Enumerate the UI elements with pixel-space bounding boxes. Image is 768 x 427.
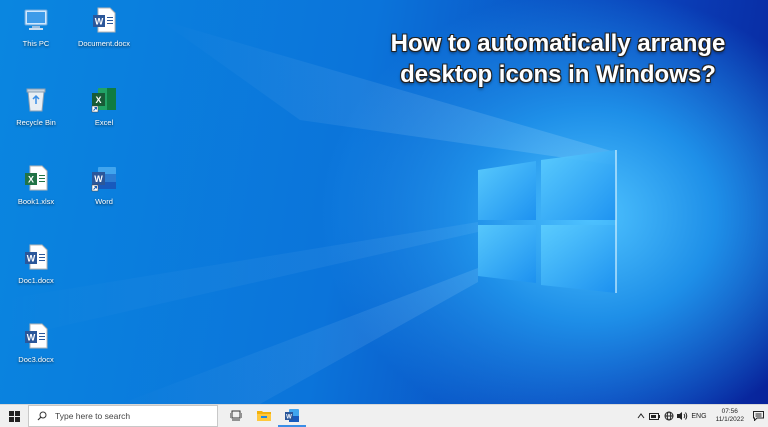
show-hidden-icons-chevron-up-icon[interactable]: [635, 411, 646, 422]
system-tray: ENG 07:56 11/1/2022: [635, 405, 768, 427]
desktop-icon-word[interactable]: W Word: [72, 160, 136, 224]
taskbar: W ENG 07:56 11/1/2022: [0, 404, 768, 427]
desktop-icon-label: Document.docx: [78, 39, 130, 48]
volume-icon[interactable]: [677, 411, 688, 422]
headline: How to automatically arrange desktop ico…: [368, 28, 748, 90]
taskbar-search-box[interactable]: [28, 405, 218, 427]
desktop-icon-excel[interactable]: X Excel: [72, 81, 136, 145]
svg-text:X: X: [28, 175, 34, 185]
recycle-bin-icon: [22, 85, 50, 113]
desktop-icon-label: Doc3.docx: [18, 355, 53, 364]
desktop-icon-document-docx[interactable]: W Document.docx: [72, 2, 136, 66]
svg-text:W: W: [95, 17, 104, 27]
word-app-icon: W: [285, 409, 299, 422]
desktop-icon-label: Book1.xlsx: [18, 197, 54, 206]
desktop-icon-doc3-docx[interactable]: W Doc3.docx: [4, 318, 68, 382]
desktop[interactable]: How to automatically arrange desktop ico…: [0, 0, 768, 404]
search-icon: [37, 411, 47, 421]
desktop-icon-label: Excel: [95, 118, 113, 127]
excel-document-icon: X: [22, 164, 50, 192]
clock-time: 07:56: [722, 408, 738, 416]
desktop-icon-label: This PC: [23, 39, 50, 48]
svg-text:X: X: [95, 95, 101, 105]
excel-shortcut-icon: X: [90, 85, 118, 113]
file-explorer-button[interactable]: [250, 405, 278, 427]
desktop-icon-label: Recycle Bin: [16, 118, 56, 127]
headline-line-1: How to automatically arrange: [368, 28, 748, 59]
word-taskbar-button[interactable]: W: [278, 405, 306, 427]
svg-text:W: W: [27, 254, 36, 264]
network-globe-icon[interactable]: [663, 411, 674, 422]
battery-icon[interactable]: [649, 411, 660, 422]
svg-text:W: W: [286, 414, 292, 420]
clock-date: 11/1/2022: [716, 416, 744, 424]
word-shortcut-icon: W: [90, 164, 118, 192]
word-document-icon: W: [22, 322, 50, 350]
desktop-icon-this-pc[interactable]: This PC: [4, 2, 68, 66]
start-button[interactable]: [0, 405, 28, 427]
task-view-button[interactable]: [222, 405, 250, 427]
desktop-icon-label: Word: [95, 197, 113, 206]
desktop-icon-doc1-docx[interactable]: W Doc1.docx: [4, 239, 68, 303]
file-explorer-icon: [257, 409, 271, 421]
this-pc-icon: [22, 6, 50, 34]
language-indicator[interactable]: ENG: [691, 413, 706, 420]
svg-text:W: W: [27, 333, 36, 343]
clock[interactable]: 07:56 11/1/2022: [710, 408, 750, 424]
svg-text:W: W: [94, 174, 103, 184]
word-document-icon: W: [22, 243, 50, 271]
headline-line-2: desktop icons in Windows?: [368, 59, 748, 90]
notifications-icon[interactable]: [753, 411, 764, 422]
desktop-icon-label: Doc1.docx: [18, 276, 53, 285]
search-input[interactable]: [53, 410, 217, 422]
windows-start-icon: [9, 411, 20, 422]
desktop-icon-book1-xlsx[interactable]: X Book1.xlsx: [4, 160, 68, 224]
desktop-icon-recycle-bin[interactable]: Recycle Bin: [4, 81, 68, 145]
task-view-icon: [230, 410, 242, 421]
word-document-icon: W: [90, 6, 118, 34]
